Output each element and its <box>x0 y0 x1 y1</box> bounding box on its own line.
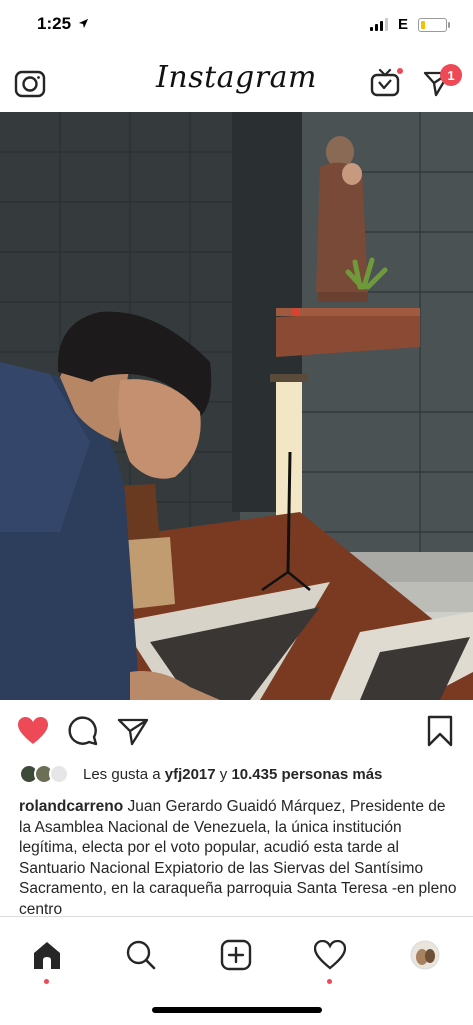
network-type: E <box>397 16 408 33</box>
bookmark-icon <box>427 715 453 747</box>
status-bar: 1:25 E <box>0 0 473 52</box>
direct-messages-button[interactable]: 1 <box>418 64 468 104</box>
top-navigation: Instagram 1 <box>0 52 473 113</box>
liker-avatars <box>19 764 75 784</box>
likes-text: Les gusta a yfj2017 y 10.435 personas má… <box>83 766 382 783</box>
home-icon <box>34 942 60 969</box>
share-button[interactable] <box>114 712 152 750</box>
activity-notification-dot <box>327 979 332 984</box>
status-indicators: E <box>369 16 450 33</box>
likes-row[interactable]: Les gusta a yfj2017 y 10.435 personas má… <box>19 763 459 785</box>
tab-new-post[interactable] <box>216 935 256 975</box>
caption-username[interactable]: rolandcarreno <box>19 798 123 815</box>
status-time: 1:25 <box>37 14 89 34</box>
liker-username[interactable]: yfj2017 <box>165 766 216 783</box>
profile-avatar <box>410 940 440 970</box>
post-caption: rolandcarreno Juan Gerardo Guaidó Márque… <box>19 797 459 916</box>
tab-profile[interactable] <box>405 935 445 975</box>
liker-avatar <box>49 764 69 784</box>
post-actions <box>0 702 473 762</box>
post-photo[interactable] <box>0 112 473 700</box>
add-icon <box>220 939 252 971</box>
like-button[interactable] <box>14 712 52 750</box>
tab-search[interactable] <box>121 935 161 975</box>
search-icon <box>126 940 156 970</box>
heart-filled-icon <box>18 717 48 744</box>
likes-connector: y <box>219 765 228 783</box>
comment-button[interactable] <box>64 712 102 750</box>
igtv-notification-dot <box>397 68 403 74</box>
comment-icon <box>68 716 98 746</box>
activity-icon <box>314 940 346 970</box>
caption-text: Juan Gerardo Guaidó Márquez, Presidente … <box>19 798 457 916</box>
home-notification-dot <box>44 979 49 984</box>
share-icon <box>117 718 149 746</box>
igtv-button[interactable] <box>367 64 403 100</box>
tab-activity[interactable] <box>310 935 350 984</box>
notification-badge: 1 <box>440 64 462 86</box>
home-indicator[interactable] <box>152 1007 322 1013</box>
post-photo-scene <box>0 112 473 700</box>
signal-icon <box>369 18 388 31</box>
status-time-text: 1:25 <box>37 14 72 33</box>
battery-icon <box>418 17 450 32</box>
location-arrow-icon <box>78 18 88 29</box>
likes-prefix: Les gusta a <box>83 765 161 783</box>
likes-count[interactable]: 10.435 personas más <box>231 766 382 783</box>
tab-home[interactable] <box>27 935 67 984</box>
save-button[interactable] <box>421 712 459 750</box>
